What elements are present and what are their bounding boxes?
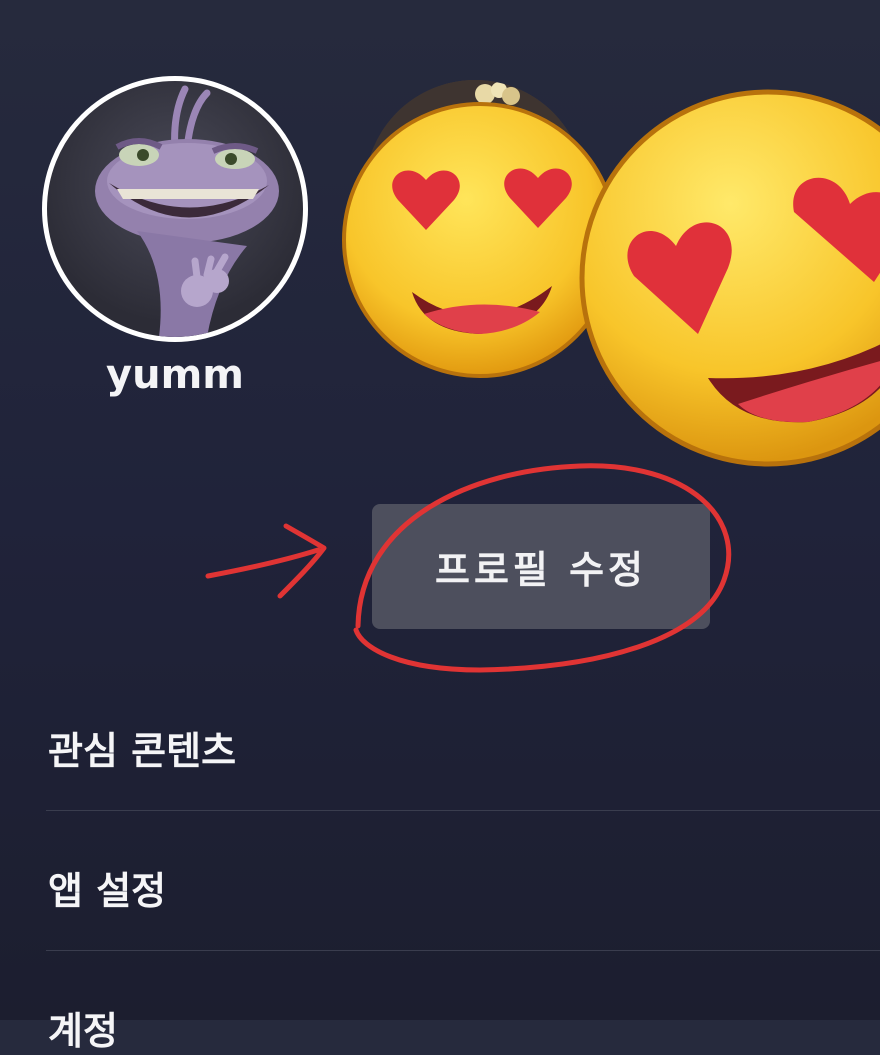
annotation-arrow-head <box>277 523 327 599</box>
menu-item-app-settings[interactable]: 앱 설정 <box>48 860 880 915</box>
monster-avatar-icon <box>95 85 279 337</box>
divider <box>46 810 880 811</box>
menu-item-favorite-content[interactable]: 관심 콘텐츠 <box>48 720 880 775</box>
edit-profile-button[interactable]: 프로필 수정 <box>372 504 710 629</box>
profile-list: yumm <box>0 0 880 470</box>
profile-name: yumm <box>106 352 244 398</box>
profile-avatar-yumm[interactable] <box>42 76 308 342</box>
heart-eyes-emoji-icon <box>579 89 880 467</box>
menu-item-account[interactable]: 계정 <box>48 1000 880 1055</box>
divider <box>46 950 880 951</box>
annotation-arrow-shaft <box>205 547 321 579</box>
